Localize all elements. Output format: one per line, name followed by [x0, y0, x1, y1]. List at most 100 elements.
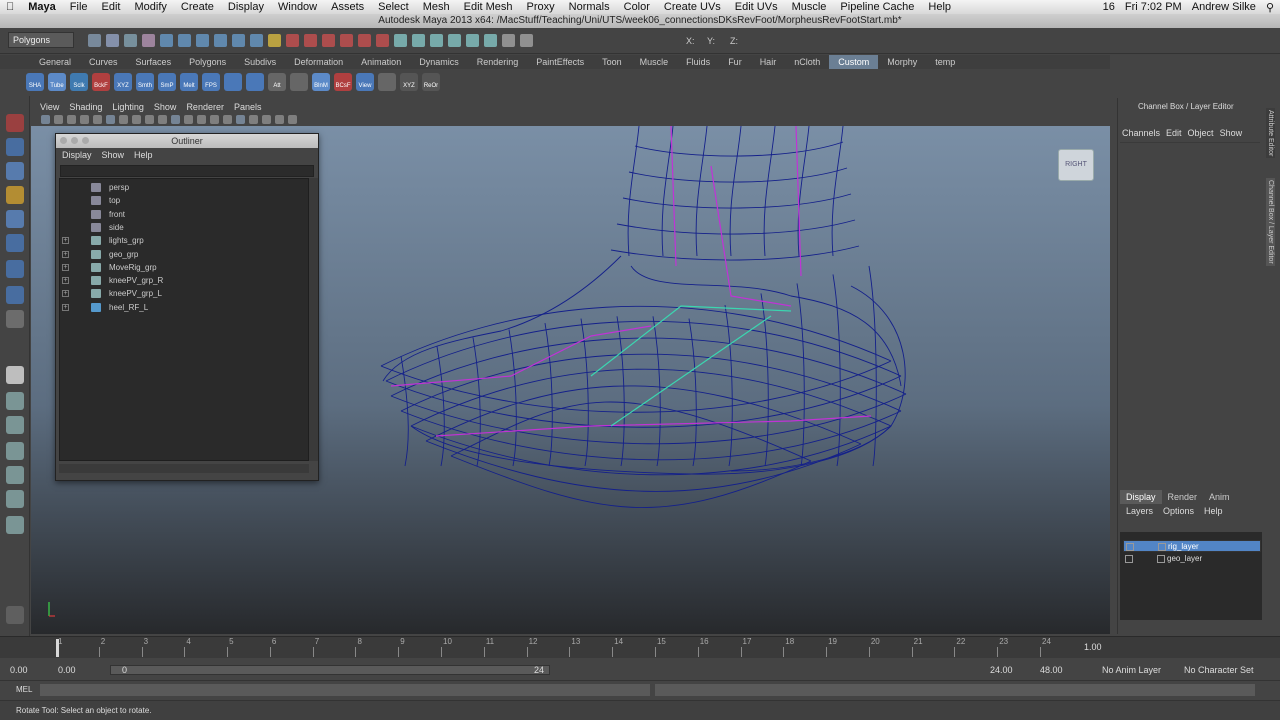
viewport-tool-icon[interactable]	[249, 115, 258, 124]
status-tool-icon[interactable]	[340, 34, 353, 47]
anim-layer-menu[interactable]: No Anim Layer	[1102, 664, 1161, 676]
menu-window[interactable]: Window	[272, 0, 325, 14]
viewport-tool-icon[interactable]	[54, 115, 63, 124]
start-time-field[interactable]: 0.00	[10, 664, 28, 676]
status-tool-icon[interactable]	[160, 34, 173, 47]
user-name[interactable]: Andrew Silke	[1192, 1, 1256, 13]
playback-start-field[interactable]: 0.00	[58, 664, 76, 676]
shelf-icon-xyz-icon[interactable]: XYZ	[400, 73, 418, 91]
status-tool-icon[interactable]	[448, 34, 461, 47]
toolbox-tool-icon[interactable]	[6, 366, 24, 384]
shelf-icon-reor-icon[interactable]: ReOr	[422, 73, 440, 91]
viewport-tool-icon[interactable]	[210, 115, 219, 124]
viewport-tool-icon[interactable]	[119, 115, 128, 124]
status-tool-icon[interactable]	[178, 34, 191, 47]
outliner-item-kneepv-grp-l[interactable]: + kneePV_grp_L	[60, 287, 310, 300]
channel-box-menu-object[interactable]: Object	[1186, 128, 1218, 138]
menu-modify[interactable]: Modify	[128, 0, 174, 14]
outliner-item-front[interactable]: front	[60, 208, 310, 221]
status-tool-icon[interactable]	[502, 34, 515, 47]
viewport-menu-panels[interactable]: Panels	[229, 100, 267, 114]
viewport-tool-icon[interactable]	[132, 115, 141, 124]
tab-channel-box[interactable]: Channel Box / Layer Editor	[1266, 178, 1275, 266]
outliner-vscroll[interactable]	[309, 178, 318, 461]
shelf-tab-curves[interactable]: Curves	[80, 55, 127, 69]
menu-pipeline-cache[interactable]: Pipeline Cache	[834, 0, 922, 14]
menu-file[interactable]: File	[64, 0, 96, 14]
toolbox-tool-icon[interactable]	[6, 310, 24, 328]
shelf-tab-general[interactable]: General	[30, 55, 80, 69]
toolbox-tool-icon[interactable]	[6, 606, 24, 624]
shelf-tab-toon[interactable]: Toon	[593, 55, 631, 69]
outliner-item-side[interactable]: side	[60, 221, 310, 234]
viewport-menu-show[interactable]: Show	[149, 100, 182, 114]
viewport-tool-icon[interactable]	[197, 115, 206, 124]
shelf-icon-smp-icon[interactable]: SmP	[158, 73, 176, 91]
menu-assets[interactable]: Assets	[325, 0, 372, 14]
shelf-tab-subdivs[interactable]: Subdivs	[235, 55, 285, 69]
menu-mesh[interactable]: Mesh	[417, 0, 458, 14]
status-tool-icon[interactable]	[106, 34, 119, 47]
shelf-icon-view-icon[interactable]: View	[356, 73, 374, 91]
toolbox-tool-icon[interactable]	[6, 442, 24, 460]
status-tool-icon[interactable]	[88, 34, 101, 47]
shelf-icon-blnm-icon[interactable]: BlnM	[312, 73, 330, 91]
viewport-tool-icon[interactable]	[184, 115, 193, 124]
shelf-tab-custom[interactable]: Custom	[829, 55, 879, 69]
viewport-tool-icon[interactable]	[171, 115, 180, 124]
battery-level[interactable]: 16	[1103, 1, 1115, 13]
toolbox-tool-icon[interactable]	[6, 186, 24, 204]
status-tool-icon[interactable]	[484, 34, 497, 47]
status-tool-icon[interactable]	[196, 34, 209, 47]
layer-menu-layers[interactable]: Layers	[1124, 506, 1161, 516]
status-tool-icon[interactable]	[376, 34, 389, 47]
expand-icon[interactable]: +	[62, 250, 69, 258]
shelf-tab-dynamics[interactable]: Dynamics	[410, 55, 468, 69]
menu-create-uvs[interactable]: Create UVs	[658, 0, 729, 14]
current-time-marker[interactable]	[56, 639, 59, 657]
app-menu[interactable]: Maya	[22, 0, 64, 14]
layer-row-geo-layer[interactable]: geo_layer	[1123, 553, 1261, 565]
menu-muscle[interactable]: Muscle	[786, 0, 835, 14]
layer-row-rig-layer[interactable]: rig_layer	[1123, 540, 1261, 552]
viewport-tool-icon[interactable]	[145, 115, 154, 124]
toolbox-tool-icon[interactable]	[6, 260, 24, 278]
viewport-menu-shading[interactable]: Shading	[64, 100, 107, 114]
status-tool-icon[interactable]	[394, 34, 407, 47]
shelf-tab-muscle[interactable]: Muscle	[631, 55, 678, 69]
shelf-tab-morphy[interactable]: Morphy	[878, 55, 926, 69]
clock[interactable]: Fri 7:02 PM	[1125, 1, 1182, 13]
shelf-icon-sclk-icon[interactable]: Sclk	[70, 73, 88, 91]
close-icon[interactable]	[60, 137, 67, 144]
viewcube[interactable]: RIGHT	[1058, 149, 1094, 181]
layer-color-swatch[interactable]	[1158, 543, 1166, 551]
layer-visibility-toggle[interactable]	[1125, 555, 1133, 563]
shelf-tab-ncloth[interactable]: nCloth	[785, 55, 829, 69]
layer-menu-options[interactable]: Options	[1161, 506, 1202, 516]
layer-color-swatch[interactable]	[1157, 555, 1165, 563]
status-tool-icon[interactable]	[286, 34, 299, 47]
toolbox-tool-icon[interactable]	[6, 466, 24, 484]
outliner-menu-display[interactable]: Display	[60, 148, 100, 163]
shelf-icon-bcsf-icon[interactable]: BCsF	[334, 73, 352, 91]
menu-display[interactable]: Display	[222, 0, 272, 14]
layer-menu-help[interactable]: Help	[1202, 506, 1231, 516]
status-tool-icon[interactable]	[430, 34, 443, 47]
character-set-menu[interactable]: No Character Set	[1184, 664, 1254, 676]
toolbox-tool-icon[interactable]	[6, 210, 24, 228]
expand-icon[interactable]: +	[62, 237, 69, 245]
tab-attribute-editor[interactable]: Attribute Editor	[1266, 108, 1275, 159]
shelf-icon-melt-icon[interactable]: Melt	[180, 73, 198, 91]
minimize-icon[interactable]	[71, 137, 78, 144]
current-frame-field[interactable]: 1.00	[1084, 642, 1102, 652]
outliner-hscroll[interactable]	[59, 464, 309, 473]
viewport-tool-icon[interactable]	[262, 115, 271, 124]
viewport-menu-renderer[interactable]: Renderer	[181, 100, 229, 114]
viewport-tool-icon[interactable]	[158, 115, 167, 124]
toolbox-tool-icon[interactable]	[6, 416, 24, 434]
playback-end-field[interactable]: 24.00	[990, 664, 1013, 676]
viewport-tool-icon[interactable]	[106, 115, 115, 124]
shelf-tab-polygons[interactable]: Polygons	[180, 55, 235, 69]
outliner-item-kneepv-grp-r[interactable]: + kneePV_grp_R	[60, 274, 310, 287]
status-tool-icon[interactable]	[412, 34, 425, 47]
